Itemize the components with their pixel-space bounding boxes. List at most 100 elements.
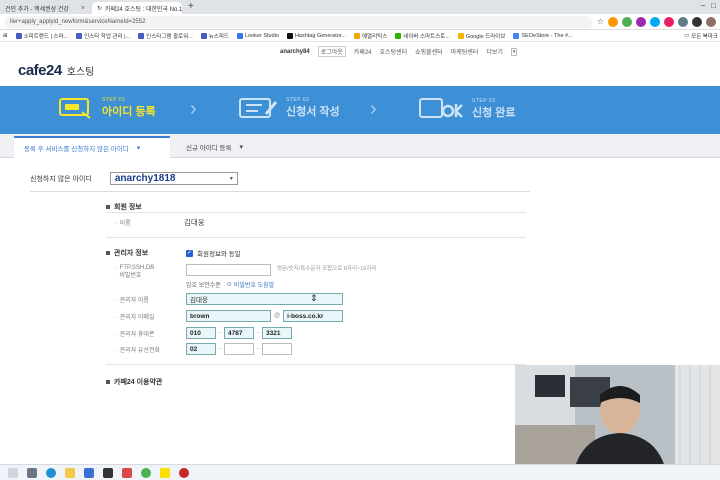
admin-name-label-text: 관리자 이름	[119, 297, 149, 304]
extension-icon[interactable]	[608, 16, 618, 27]
bookmark-favicon	[395, 32, 402, 39]
password-help-link[interactable]: 비밀번호 도움말	[234, 280, 274, 289]
mobile-part-2[interactable]: 4787	[224, 327, 254, 339]
nav-link-more[interactable]: 더보기	[486, 47, 503, 56]
bookmark-item[interactable]: 인스타그램 팔로워...	[138, 32, 193, 40]
nav-link-hosting[interactable]: 호스팅센터	[380, 47, 408, 56]
mobile-part-1[interactable]: 010	[186, 327, 216, 339]
step-2-label: STEP 02 신청서 작성	[286, 97, 340, 119]
kakaotalk-icon[interactable]	[160, 467, 170, 478]
phone-label: · 관리자 유선전화	[116, 347, 160, 354]
security-row: 암호 보안수준 ⊙ 비밀번호 도움말	[186, 280, 274, 289]
id-select[interactable]: anarchy1818 ▾	[109, 172, 238, 185]
steps-banner: STEP 01 아이디 등록 › STEP 02 신청서 작성 › STEP 0…	[0, 86, 720, 134]
bookmark-label: 인스타 작업 관리 |...	[84, 33, 131, 40]
admin-section-label: 관리자 정보	[114, 250, 149, 257]
phone-row: · 관리자 유선전화 02 - -	[116, 343, 292, 355]
bookmark-favicon	[457, 32, 464, 39]
edge-icon[interactable]	[46, 467, 56, 478]
nav-link-cafe24[interactable]: 카페24	[354, 47, 372, 56]
close-icon[interactable]: ×	[81, 5, 85, 12]
tab-new-id[interactable]: 신규 아이디 등록 ▾	[176, 136, 264, 158]
site-logo[interactable]: cafe24 호스팅	[18, 62, 94, 79]
all-bookmarks[interactable]: ▭ 모든 북마크	[679, 30, 718, 41]
tab-unapplied-ids[interactable]: 등록 후 서비스를 신청하지 않은 아이디 ▾	[14, 136, 170, 158]
bookmark-item[interactable]: 네이버 스마트스토...	[395, 32, 450, 40]
member-section-label: 회원 정보	[114, 204, 142, 211]
security-label: 암호 보안수준	[186, 283, 221, 289]
password-row: · FTP,SSH,DB 비밀번호 영문/숫자/특수문자 조합으로 8자리~16…	[116, 264, 376, 280]
address-bar: ller+apply_applyid_newform&serviceNameId…	[0, 14, 720, 30]
bookmark-item[interactable]: 뉴스피드	[200, 32, 229, 40]
photos-icon[interactable]	[122, 467, 132, 478]
window-controls: – □	[701, 1, 716, 10]
taskbar	[0, 464, 720, 480]
email-domain-input[interactable]: i-boss.co.kr	[283, 310, 344, 322]
nav-link-shop[interactable]: 쇼핑몰센터	[415, 47, 443, 56]
profile-avatar[interactable]	[706, 16, 716, 27]
bookmark-item[interactable]: SEOeStore - The #...	[513, 32, 573, 39]
task-view-icon[interactable]	[27, 467, 37, 478]
bookmark-item[interactable]: 예열리틱스	[354, 32, 387, 40]
browser-tab-bar: 건인 추가 - 맥세권상 건강 × ↻ 카페24 호스팅 : 대한민국 No.1…	[0, 0, 720, 14]
chevron-down-icon[interactable]: ▾	[510, 47, 518, 56]
id-select-label: 신청하지 않은 아이디	[30, 175, 92, 183]
extension-icon[interactable]	[636, 16, 646, 27]
dash-separator: -	[257, 346, 259, 352]
bookmark-favicon	[286, 32, 293, 39]
bookmark-label: SEOeStore - The #...	[521, 32, 573, 39]
nav-link-marketing[interactable]: 마케팅센터	[451, 47, 479, 56]
email-row: · 관리자 이메일 brown @ i-boss.co.kr	[116, 310, 344, 322]
step-1: STEP 01 아이디 등록	[58, 96, 156, 120]
bookmark-item[interactable]: 인스타 작업 관리 |...	[76, 32, 130, 40]
email-label-text: 관리자 이메일	[119, 314, 155, 321]
store-icon[interactable]	[84, 467, 94, 478]
phone-part-1[interactable]: 02	[186, 343, 216, 355]
bookmark-item[interactable]: Hashtag Generator...	[286, 32, 346, 39]
bookmark-item[interactable]: 소피트랜드 | 스마...	[15, 32, 68, 40]
logo-brand: cafe24	[18, 62, 62, 79]
terms-section-title[interactable]: 카페24 이용약관	[106, 377, 162, 387]
folder-icon[interactable]	[65, 467, 75, 478]
chrome-icon[interactable]	[141, 467, 151, 478]
step-3-label: STEP 03 신청 완료	[472, 98, 516, 120]
password-input[interactable]	[186, 264, 271, 276]
phone-part-2[interactable]	[224, 343, 254, 355]
same-as-member-checkbox[interactable]: ✓	[186, 249, 193, 257]
mobile-label: · 관리자 휴대폰	[116, 331, 155, 338]
password-label-line2: 비밀번호	[119, 273, 142, 279]
name-label-text: 이름	[119, 221, 131, 227]
chevron-right-icon: ›	[370, 98, 377, 120]
dash-separator: -	[219, 330, 221, 336]
bookmark-item[interactable]: Looker Studio	[236, 32, 279, 39]
bookmark-label: 인스타그램 팔로워...	[146, 33, 193, 40]
admin-name-row: · 관리자 이름 김대웅	[116, 293, 343, 305]
minimize-icon[interactable]: –	[701, 1, 705, 10]
chevron-down-icon: ▾	[136, 145, 141, 152]
url-input[interactable]: ller+apply_applyid_newform&serviceNameId…	[4, 15, 593, 28]
mobile-part-3[interactable]: 3321	[262, 327, 292, 339]
admin-name-label: · 관리자 이름	[116, 297, 149, 304]
extension-icon[interactable]	[678, 16, 688, 27]
logout-link[interactable]: 로그아웃	[317, 46, 346, 57]
step-2-title: 신청서 작성	[286, 106, 340, 118]
extension-icon[interactable]	[692, 16, 702, 27]
extension-icon[interactable]	[664, 16, 674, 27]
apps-icon[interactable]: ⊞	[3, 33, 8, 39]
email-local-input[interactable]: brown	[186, 310, 271, 322]
browser-tab-2[interactable]: ↻ 카페24 호스팅 : 대한민국 No.1 ×	[92, 2, 182, 14]
browser-tab-1[interactable]: 건인 추가 - 맥세권상 건강 ×	[0, 2, 90, 14]
password-label: · FTP,SSH,DB 비밀번호	[116, 265, 155, 279]
new-tab-icon[interactable]: +	[188, 1, 194, 14]
phone-part-3[interactable]	[262, 343, 292, 355]
divider	[106, 212, 526, 213]
terminal-icon[interactable]	[103, 467, 113, 478]
admin-name-input[interactable]: 김대웅	[186, 293, 343, 305]
maximize-icon[interactable]: □	[711, 1, 716, 10]
extension-icon[interactable]	[650, 16, 660, 27]
star-icon[interactable]: ☆	[597, 17, 604, 26]
search-icon[interactable]	[8, 467, 18, 478]
bookmark-item[interactable]: Google 드라이브	[457, 32, 505, 40]
extension-icon[interactable]	[622, 16, 632, 27]
record-icon[interactable]	[179, 467, 189, 478]
